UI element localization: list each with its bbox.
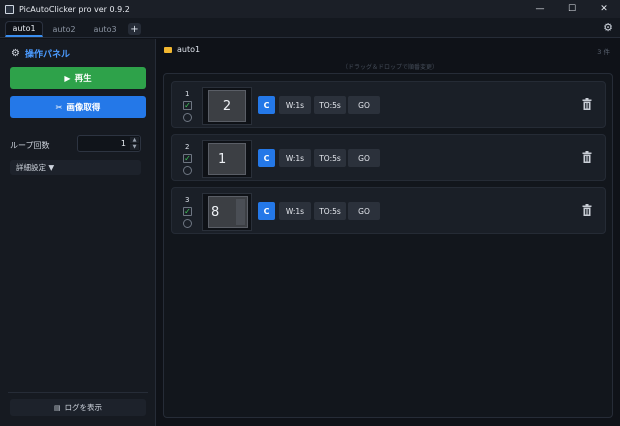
play-button[interactable]: ▶ 再生 <box>10 67 146 89</box>
minimize-button[interactable]: — <box>524 0 556 18</box>
click-mode-button[interactable]: C <box>258 149 275 167</box>
list-item[interactable]: 2 ✓ 1 C W:1s TO:5s GO <box>171 134 606 181</box>
wait-button[interactable]: W:1s <box>279 96 311 114</box>
enable-checkbox[interactable]: ✓ <box>183 101 192 110</box>
go-button[interactable]: GO <box>348 202 380 220</box>
stepper-buttons: ▲ ▼ <box>130 137 139 150</box>
gear-icon: ⚙ <box>11 48 20 59</box>
maximize-button[interactable]: ☐ <box>556 0 588 18</box>
thumbnail-text: 2 <box>222 98 232 114</box>
app-icon <box>5 4 14 14</box>
list-item[interactable]: 1 ✓ 2 C W:1s TO:5s GO <box>171 81 606 128</box>
loop-count-stepper[interactable]: 1 ▲ ▼ <box>77 135 141 152</box>
step-index: 2 <box>185 143 190 151</box>
sequence-title-label: auto1 <box>177 45 201 54</box>
gear-icon[interactable]: ⚙ <box>602 22 614 34</box>
select-radio[interactable] <box>183 166 192 175</box>
image-thumbnail: 2 <box>202 87 252 125</box>
trash-icon[interactable] <box>582 151 592 163</box>
loop-count-label: ループ回数 <box>10 141 50 150</box>
go-button[interactable]: GO <box>348 149 380 167</box>
select-radio[interactable] <box>183 113 192 122</box>
control-panel: ⚙ 操作パネル ▶ 再生 ✂ 画像取得 ループ回数 1 ▲ ▼ 詳細設定 ▼ ▤… <box>0 39 156 426</box>
click-mode-button[interactable]: C <box>258 96 275 114</box>
reorder-hint: （ドラッグ＆ドロップで順番変更） <box>342 64 439 71</box>
wait-button[interactable]: W:1s <box>279 149 311 167</box>
folder-icon <box>164 46 172 53</box>
play-icon: ▶ <box>64 73 71 83</box>
window-controls: — ☐ ✕ <box>524 0 620 18</box>
trash-icon[interactable] <box>582 204 592 216</box>
enable-checkbox[interactable]: ✓ <box>183 207 192 216</box>
sequence-title: auto1 <box>164 45 200 54</box>
panel-title: ⚙ 操作パネル <box>11 47 70 60</box>
window-title: PicAutoClicker pro ver 0.9.2 <box>19 4 130 14</box>
tab-auto2[interactable]: auto2 <box>44 21 84 37</box>
item-count: 3 件 <box>597 48 610 56</box>
show-log-button[interactable]: ▤ ログを表示 <box>10 399 146 416</box>
list-item[interactable]: 3 ✓ 8 C W:1s TO:5s GO <box>171 187 606 234</box>
document-icon: ▤ <box>53 403 61 412</box>
divider <box>8 392 148 393</box>
show-log-label: ログを表示 <box>64 403 103 412</box>
timeout-button[interactable]: TO:5s <box>314 149 346 167</box>
capture-image-button[interactable]: ✂ 画像取得 <box>10 96 146 118</box>
add-tab-button[interactable]: + <box>128 23 141 35</box>
tab-bar: auto1 auto2 auto3 + ⚙ <box>0 18 620 38</box>
image-thumbnail: 8 <box>202 193 252 231</box>
image-thumbnail: 1 <box>202 140 252 178</box>
close-button[interactable]: ✕ <box>588 0 620 18</box>
thumbnail-text: 1 <box>218 151 227 167</box>
timeout-button[interactable]: TO:5s <box>314 96 346 114</box>
timeout-button[interactable]: TO:5s <box>314 202 346 220</box>
click-mode-button[interactable]: C <box>258 202 275 220</box>
thumbnail-shape <box>236 199 245 225</box>
play-button-label: 再生 <box>74 74 92 84</box>
stepper-up-icon[interactable]: ▲ <box>130 137 139 143</box>
select-radio[interactable] <box>183 219 192 228</box>
step-index: 3 <box>185 196 190 204</box>
wait-button[interactable]: W:1s <box>279 202 311 220</box>
advanced-settings-toggle[interactable]: 詳細設定 ▼ <box>10 160 141 175</box>
stepper-down-icon[interactable]: ▼ <box>130 144 139 150</box>
enable-checkbox[interactable]: ✓ <box>183 154 192 163</box>
tab-auto1[interactable]: auto1 <box>5 21 43 37</box>
panel-title-label: 操作パネル <box>24 50 70 60</box>
step-index: 1 <box>185 90 190 98</box>
thumbnail-text: 8 <box>211 204 220 220</box>
loop-count-value[interactable]: 1 <box>121 139 126 148</box>
tab-auto3[interactable]: auto3 <box>85 21 125 37</box>
go-button[interactable]: GO <box>348 96 380 114</box>
trash-icon[interactable] <box>582 98 592 110</box>
title-bar: PicAutoClicker pro ver 0.9.2 — ☐ ✕ <box>0 0 620 18</box>
capture-button-label: 画像取得 <box>66 103 101 113</box>
scissors-icon: ✂ <box>55 102 63 112</box>
